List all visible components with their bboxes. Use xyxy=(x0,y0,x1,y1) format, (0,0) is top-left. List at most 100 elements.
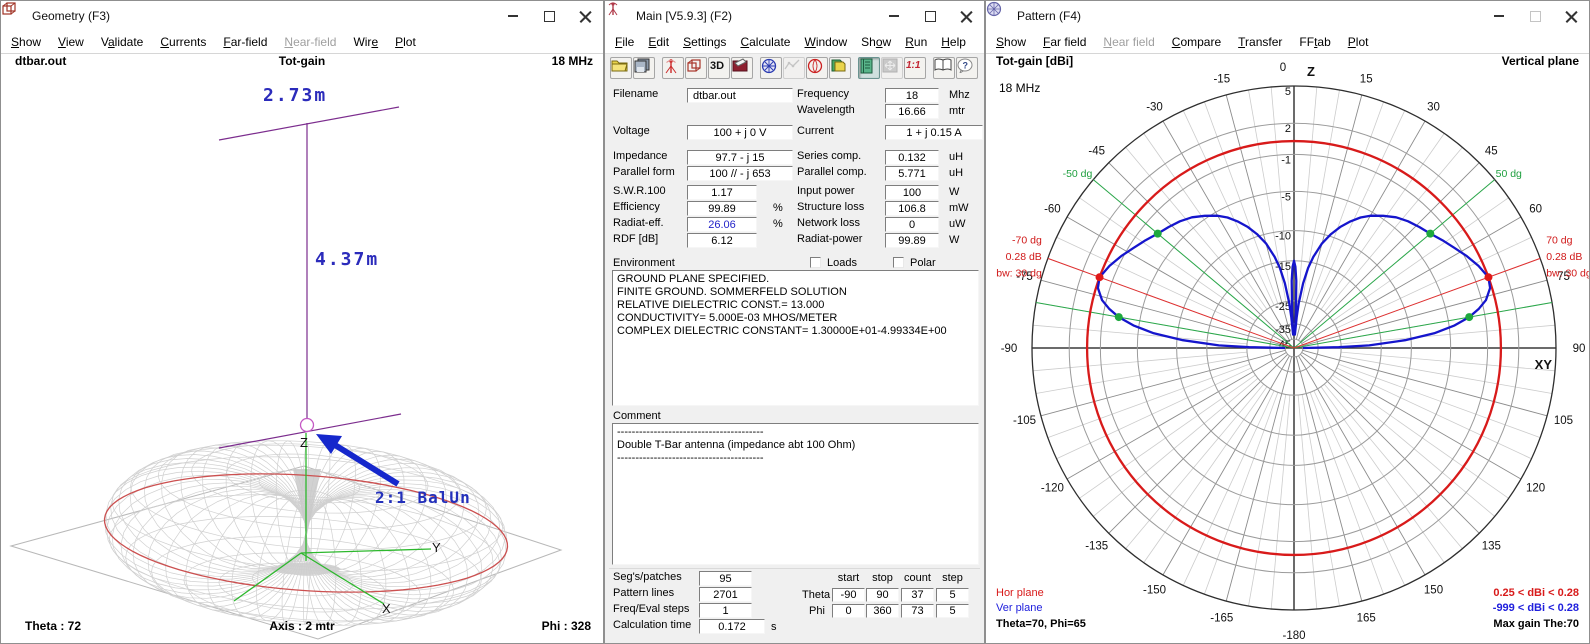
main-menu-edit[interactable]: Edit xyxy=(648,35,669,49)
close-icon xyxy=(579,10,592,23)
scale-1to1-button[interactable]: 1:1 xyxy=(904,57,926,79)
geometry-close-button[interactable] xyxy=(567,1,603,31)
radiat-eff-value[interactable]: 26.06 xyxy=(687,217,757,232)
comment-label: Comment xyxy=(613,410,661,422)
fftab-files-button[interactable] xyxy=(829,57,851,79)
view-3d-icon: 3D xyxy=(709,58,727,72)
feedpoint-marker xyxy=(301,419,314,432)
polar-chart[interactable]: 52-1-5-10-15-25-35-45-165-150-135-120-10… xyxy=(986,1,1589,643)
open-folder-button[interactable] xyxy=(610,57,632,79)
comment-textarea[interactable]: ----------------------------------------… xyxy=(612,423,979,565)
environment-textarea[interactable]: GROUND PLANE SPECIFIED.FINITE GROUND. SO… xyxy=(612,270,979,406)
separator xyxy=(609,568,980,569)
frequency-label: Frequency xyxy=(797,88,849,100)
view-3d-button[interactable]: 3D xyxy=(708,57,730,79)
data-grid-button[interactable] xyxy=(881,57,903,79)
svg-text:-60: -60 xyxy=(1044,204,1061,216)
freq-eval-steps-label: Freq/Eval steps xyxy=(613,603,689,615)
svg-text:-10: -10 xyxy=(1275,231,1291,243)
structure-loss-label: Structure loss xyxy=(797,201,864,213)
phi-stop-value[interactable]: 360 xyxy=(866,604,899,618)
series-comp-value[interactable]: 0.132 xyxy=(885,150,939,165)
s-w-r-100-value[interactable]: 1.17 xyxy=(687,185,757,200)
scale-1to1-icon: 1:1 xyxy=(905,58,923,71)
calculation-time-value[interactable]: 0.172 xyxy=(699,619,765,634)
filename-value[interactable]: dtbar.out xyxy=(687,88,793,103)
loads-checkbox[interactable] xyxy=(810,257,821,268)
manual-book-button[interactable] xyxy=(933,57,955,79)
geometry-minimize-button[interactable] xyxy=(495,1,531,31)
network-loss-value[interactable]: 0 xyxy=(885,217,939,232)
main-menu-window[interactable]: Window xyxy=(804,35,847,49)
efficiency-value[interactable]: 99.89 xyxy=(687,201,757,216)
polar-checkbox-label[interactable]: Polar xyxy=(910,257,936,269)
geometry-3d-view[interactable]: ZYX xyxy=(1,31,603,644)
voltage-value[interactable]: 100 + j 0 V xyxy=(687,125,793,140)
save-files-button[interactable] xyxy=(633,57,655,79)
svg-text:-30: -30 xyxy=(1146,101,1163,113)
input-power-value[interactable]: 100 xyxy=(885,185,939,200)
frequency-value[interactable]: 18 xyxy=(885,88,939,103)
main-titlebar[interactable]: Main [V5.9.3] (F2) xyxy=(605,1,984,31)
wavelength-value[interactable]: 16.66 xyxy=(885,104,939,119)
main-menu-show[interactable]: Show xyxy=(861,35,891,49)
pattern-lines-value[interactable]: 2701 xyxy=(699,587,752,602)
output-data-button[interactable] xyxy=(858,57,880,79)
impedance-value[interactable]: 97.7 - j 15 xyxy=(687,150,793,165)
main-menu-file[interactable]: File xyxy=(615,35,634,49)
phi-count-value[interactable]: 73 xyxy=(901,604,934,618)
smith-chart-button[interactable] xyxy=(806,57,828,79)
main-menu-settings[interactable]: Settings xyxy=(683,35,726,49)
sweep-header-step: step xyxy=(936,572,969,584)
main-close-button[interactable] xyxy=(948,1,984,31)
environment-line: GROUND PLANE SPECIFIED. xyxy=(617,273,974,286)
current-value[interactable]: 1 + j 0.15 A xyxy=(885,125,983,140)
radiat-power-unit: W xyxy=(949,234,959,246)
theta-count-value[interactable]: 37 xyxy=(901,588,934,602)
geometry-titlebar[interactable]: Geometry (F3) xyxy=(1,1,603,31)
structure-loss-value[interactable]: 106.8 xyxy=(885,201,939,216)
smith-chart-icon xyxy=(807,58,823,74)
loads-checkbox-label[interactable]: Loads xyxy=(827,257,857,269)
red-marker-label-left: bw: 30 dg xyxy=(996,267,1042,279)
svg-text:15: 15 xyxy=(1360,74,1373,86)
geometry-maximize-button[interactable] xyxy=(531,1,567,31)
svg-text:-5: -5 xyxy=(1281,191,1291,203)
theta-step-value[interactable]: 5 xyxy=(936,588,969,602)
phi-start-value[interactable]: 0 xyxy=(832,604,865,618)
z-axis-label: Z xyxy=(300,435,308,450)
parallel-form-value[interactable]: 100 // - j 653 xyxy=(687,166,793,181)
calculation-time-label: Calculation time xyxy=(613,619,691,631)
line-chart-button[interactable] xyxy=(783,57,805,79)
run-nec-button[interactable] xyxy=(662,57,684,79)
close-icon xyxy=(960,10,973,23)
geometry-window-button[interactable] xyxy=(685,57,707,79)
main-menu-calculate[interactable]: Calculate xyxy=(740,35,790,49)
theta-stop-value[interactable]: 90 xyxy=(866,588,899,602)
parallel-comp-value[interactable]: 5.771 xyxy=(885,166,939,181)
parallel-form-label: Parallel form xyxy=(613,166,675,178)
main-menu-help[interactable]: Help xyxy=(941,35,966,49)
seg-s-patches-value[interactable]: 95 xyxy=(699,571,752,586)
radiat-power-value[interactable]: 99.89 xyxy=(885,233,939,248)
network-loss-unit: uW xyxy=(949,218,966,230)
main-menu-run[interactable]: Run xyxy=(905,35,927,49)
main-maximize-button[interactable] xyxy=(912,1,948,31)
help-button[interactable]: ? xyxy=(956,57,978,79)
svg-text:3D: 3D xyxy=(710,60,724,72)
rdf-db-value[interactable]: 6.12 xyxy=(687,233,757,248)
nec-editor-button[interactable] xyxy=(731,57,753,79)
pattern-window-button[interactable] xyxy=(760,57,782,79)
red-marker-label-left: 0.28 dB xyxy=(1006,251,1042,263)
svg-text:-165: -165 xyxy=(1210,612,1233,624)
svg-text:165: 165 xyxy=(1357,612,1376,624)
polar-checkbox[interactable] xyxy=(893,257,904,268)
theta-start-value[interactable]: -90 xyxy=(832,588,865,602)
radiat-power-label: Radiat-power xyxy=(797,233,862,245)
red-marker-label-right: 70 dg xyxy=(1546,234,1572,246)
phi-step-value[interactable]: 5 xyxy=(936,604,969,618)
svg-text:-90: -90 xyxy=(1001,343,1018,355)
freq-eval-steps-value[interactable]: 1 xyxy=(699,603,752,618)
sweep-header-count: count xyxy=(901,572,934,584)
main-minimize-button[interactable] xyxy=(876,1,912,31)
